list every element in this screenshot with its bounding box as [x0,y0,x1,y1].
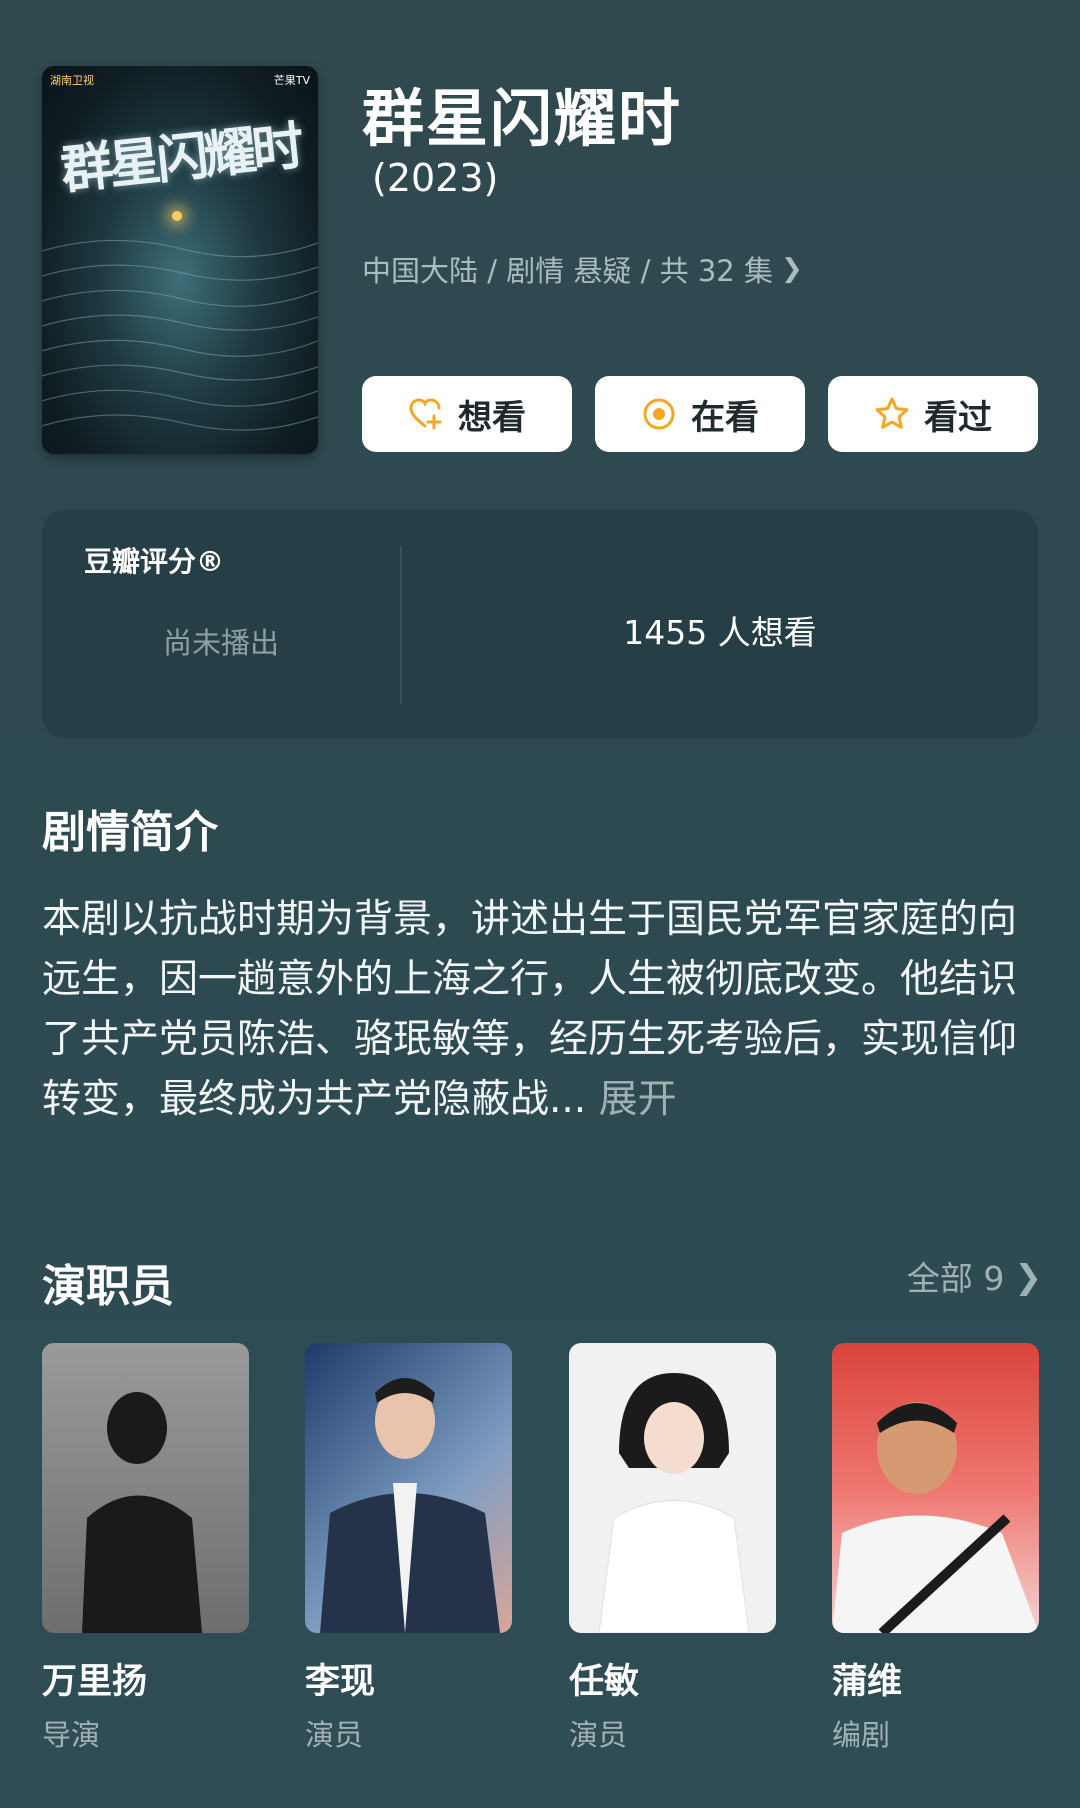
watching-button[interactable]: 在看 [595,376,805,452]
show-meta-link[interactable]: 中国大陆 / 剧情 悬疑 / 共 32 集 ❯ [362,248,803,290]
poster-network-right: 芒果TV [273,74,310,87]
watched-label: 看过 [924,397,992,438]
want-to-watch-label: 想看 [458,397,526,438]
cast-card[interactable]: 李现 演员 [305,1343,512,1754]
cast-all-label: 全部 9 [906,1259,1005,1298]
cast-photo [305,1343,512,1633]
cast-card[interactable]: 蒲维 编剧 [832,1343,1039,1754]
cast-photo [569,1343,776,1633]
poster-image[interactable]: 湖南卫视 芒果TV 群星闪耀时 [42,66,318,454]
cast-role: 演员 [305,1718,364,1752]
target-circle-icon [643,398,675,430]
cast-photo [832,1343,1039,1633]
cast-card[interactable]: 万里扬 导演 [42,1343,249,1754]
person-silhouette-icon [598,1373,750,1633]
poster-title-art: 群星闪耀时 [57,115,304,202]
detail-page: 湖南卫视 芒果TV 群星闪耀时 群星闪耀时 (2023) 中国大陆 / 剧情 悬… [0,0,1080,1808]
rating-card[interactable]: 豆瓣评分® 尚未播出 1455 人想看 [42,510,1038,738]
wish-count: 1455 人想看 [623,613,817,652]
expand-synopsis-link[interactable]: 展开 [599,1077,677,1122]
person-silhouette-icon [320,1378,500,1633]
person-silhouette-icon [832,1402,1039,1633]
chevron-right-icon: ❯ [1014,1256,1042,1296]
synopsis-heading: 剧情简介 [42,807,218,858]
show-year: (2023) [372,156,499,200]
show-meta-text: 中国大陆 / 剧情 悬疑 / 共 32 集 [362,254,773,288]
watched-button[interactable]: 看过 [828,376,1038,452]
cast-card[interactable]: 任敏 演员 [569,1343,776,1754]
poster-light [172,211,182,221]
cast-role: 导演 [42,1718,101,1752]
synopsis-text: 本剧以抗战时期为背景，讲述出生于国民党军官家庭的向远生，因一趟意外的上海之行，人… [42,897,1018,1122]
cast-role: 演员 [569,1718,628,1752]
chevron-right-icon: ❯ [780,254,803,284]
watching-label: 在看 [691,397,759,438]
star-outline-icon [875,397,909,429]
poster-network-left: 湖南卫视 [50,74,94,87]
heart-plus-icon [409,398,442,430]
cast-name: 任敏 [569,1662,640,1702]
cast-role: 编剧 [832,1718,891,1752]
want-to-watch-button[interactable]: 想看 [362,376,572,452]
synopsis-text-block: 本剧以抗战时期为背景，讲述出生于国民党军官家庭的向远生，因一趟意外的上海之行，人… [42,890,1042,1130]
poster-waves [42,240,318,431]
cast-photo [42,1343,249,1633]
rating-label: 豆瓣评分® [84,545,225,578]
cast-name: 万里扬 [42,1662,148,1702]
show-title: 群星闪耀时 [362,82,683,155]
cast-name: 蒲维 [832,1662,903,1702]
cast-heading: 演职员 [42,1261,174,1312]
person-silhouette-icon [82,1392,202,1633]
cast-all-link[interactable]: 全部 9 ❯ [907,1252,1042,1300]
rating-status: 尚未播出 [162,626,279,660]
cast-name: 李现 [305,1662,376,1702]
